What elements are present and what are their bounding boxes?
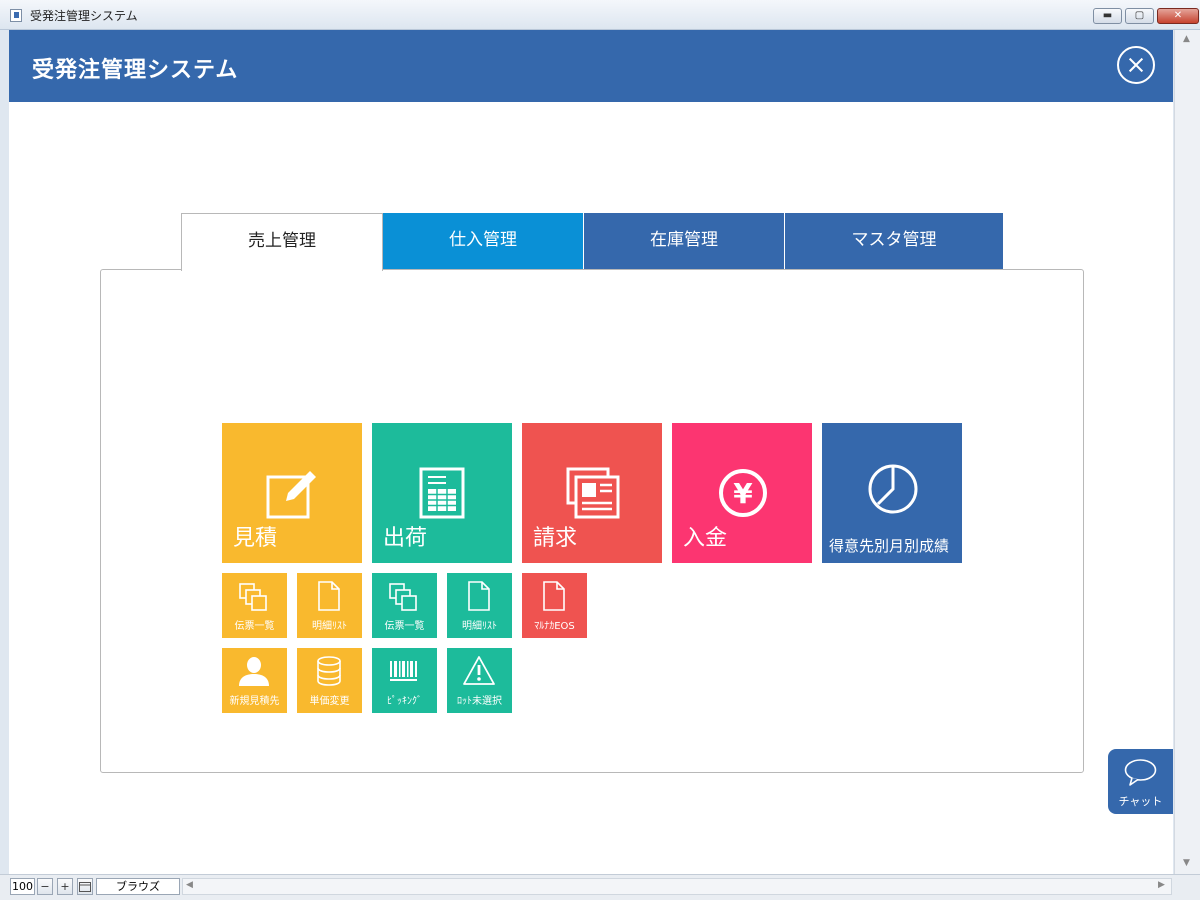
page-title: 受発注管理システム [32, 58, 239, 83]
app-header: 受発注管理システム [9, 30, 1173, 102]
pie-chart-icon [868, 464, 918, 514]
document-icon [543, 581, 565, 611]
tile-payment[interactable]: ¥ 入金 [672, 423, 812, 563]
copy-icon [389, 583, 417, 611]
zoom-in-button[interactable]: + [57, 878, 73, 895]
newspaper-icon [566, 467, 620, 519]
zoom-out-button[interactable]: − [37, 878, 53, 895]
edit-icon [266, 471, 316, 519]
status-bar: 100 − + ブラウズ ◀ ▶ [0, 874, 1200, 900]
tile-shipping[interactable]: 出荷 [372, 423, 512, 563]
speech-bubble-icon [1124, 759, 1157, 786]
tile-label: 単価変更 [309, 696, 350, 707]
chat-label: チャット [1118, 795, 1163, 808]
copy-icon [239, 583, 267, 611]
window-title: 受発注管理システム [30, 9, 138, 23]
tile-label: ﾛｯﾄ未選択 [457, 696, 502, 707]
tab-master[interactable]: マスタ管理 [785, 213, 1003, 270]
tile-shipping-detail-list[interactable]: 明細ﾘｽﾄ [447, 573, 512, 638]
mode-indicator[interactable]: ブラウズ [96, 878, 180, 895]
yen-icon: ¥ [719, 469, 767, 517]
app-icon [10, 9, 22, 22]
document-icon [468, 581, 490, 611]
close-icon[interactable] [1117, 46, 1155, 84]
tile-label: 明細ﾘｽﾄ [312, 621, 347, 632]
tile-label: 新規見積先 [229, 696, 280, 707]
document-icon [318, 581, 340, 611]
minimize-button[interactable]: ▬ [1093, 8, 1122, 24]
tile-estimate[interactable]: 見積 [222, 423, 362, 563]
tile-shipping-slip-list[interactable]: 伝票一覧 [372, 573, 437, 638]
scroll-left-icon[interactable]: ◀ [186, 880, 193, 890]
chat-button[interactable]: チャット [1108, 749, 1173, 814]
tile-label: ﾋﾟｯｷﾝｸﾞ [387, 696, 422, 707]
spreadsheet-icon [419, 467, 465, 519]
tile-label: 出荷 [383, 526, 428, 551]
tile-picking[interactable]: ﾋﾟｯｷﾝｸﾞ [372, 648, 437, 713]
tile-estimate-detail-list[interactable]: 明細ﾘｽﾄ [297, 573, 362, 638]
tile-label: 得意先別月別成績 [829, 537, 950, 555]
tile-marunaka-eos[interactable]: ﾏﾙﾅｶEOS [522, 573, 587, 638]
tile-label: ﾏﾙﾅｶEOS [534, 621, 575, 632]
vertical-scrollbar[interactable]: ▲ ▼ [1174, 30, 1200, 874]
layout-toggle-icon[interactable] [77, 878, 93, 895]
tile-invoice[interactable]: 請求 [522, 423, 662, 563]
svg-text:¥: ¥ [733, 477, 753, 510]
window-titlebar: 受発注管理システム ▬ ▢ ✕ [0, 0, 1200, 30]
tile-label: 明細ﾘｽﾄ [462, 621, 497, 632]
scroll-up-icon[interactable]: ▲ [1183, 34, 1190, 44]
scroll-right-icon[interactable]: ▶ [1158, 880, 1165, 890]
tile-customer-monthly-results[interactable]: 得意先別月別成績 [822, 423, 962, 563]
tile-label: 入金 [683, 526, 728, 551]
tile-label: 伝票一覧 [384, 621, 425, 632]
maximize-button[interactable]: ▢ [1125, 8, 1154, 24]
tab-stock[interactable]: 在庫管理 [584, 213, 784, 270]
tile-label: 請求 [533, 526, 578, 551]
tile-new-estimate-customer[interactable]: 新規見積先 [222, 648, 287, 713]
tab-purchase[interactable]: 仕入管理 [383, 213, 583, 270]
scroll-down-icon[interactable]: ▼ [1183, 858, 1190, 868]
tile-label: 見積 [233, 526, 278, 551]
user-icon [239, 657, 269, 686]
app-content: 受発注管理システム 売上管理 仕入管理 在庫管理 マスタ管理 見積 出荷 請求 … [9, 30, 1173, 874]
database-icon [317, 656, 341, 686]
warning-icon [463, 656, 495, 685]
window-close-button[interactable]: ✕ [1157, 8, 1199, 24]
barcode-icon [390, 661, 417, 681]
tile-label: 伝票一覧 [234, 621, 275, 632]
tile-lot-unselected[interactable]: ﾛｯﾄ未選択 [447, 648, 512, 713]
tile-unit-price-change[interactable]: 単価変更 [297, 648, 362, 713]
zoom-level[interactable]: 100 [10, 878, 35, 895]
horizontal-scrollbar[interactable]: ◀ ▶ [182, 878, 1172, 895]
tab-sales[interactable]: 売上管理 [181, 213, 383, 271]
tile-estimate-slip-list[interactable]: 伝票一覧 [222, 573, 287, 638]
